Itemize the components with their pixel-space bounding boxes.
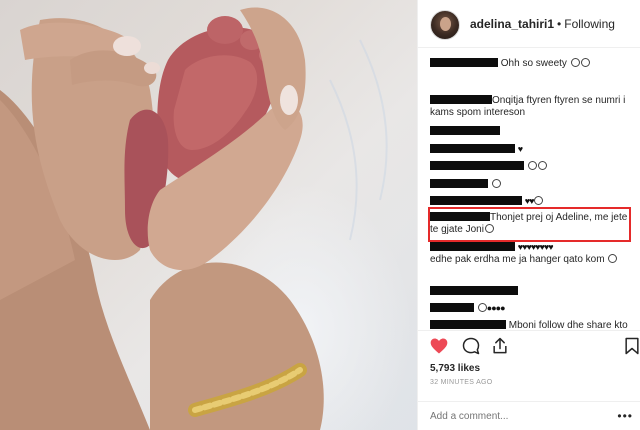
avatar[interactable]	[430, 10, 460, 40]
emoji-icon	[570, 58, 580, 67]
post-actions: 5,793 likes 32 MINUTES AGO •••	[418, 330, 640, 430]
redacted-comment	[430, 179, 488, 188]
emoji-icon	[580, 58, 590, 67]
heart-emoji-icon: ♥♥	[524, 196, 535, 206]
emoji-icon	[608, 254, 618, 263]
comment-item: Mboni follow dhe share kto faqe e shte h…	[430, 320, 635, 330]
comment-text: Ohh so sweety	[500, 58, 567, 69]
redacted-username	[430, 242, 515, 251]
emoji-icon	[527, 161, 537, 170]
redacted-comment	[430, 286, 518, 295]
highlight-box	[428, 207, 631, 242]
bookmark-icon[interactable]	[622, 336, 640, 356]
comment-item: ♥	[430, 143, 635, 156]
heart-emoji-icon: ♥	[517, 144, 523, 154]
header-text: adelina_tahiri1 • Following	[470, 17, 615, 31]
more-icon[interactable]: •••	[617, 409, 633, 423]
username-link[interactable]: adelina_tahiri1	[470, 17, 554, 31]
redacted-comment	[430, 303, 474, 312]
emoji-icon	[491, 179, 501, 188]
comment-item	[430, 179, 635, 191]
post-timestamp[interactable]: 32 MINUTES AGO	[430, 379, 493, 386]
emoji-icon	[537, 161, 547, 170]
heart-icon[interactable]	[429, 336, 449, 356]
post-side-panel: adelina_tahiri1 • Following Ohh so sweety …	[417, 0, 640, 430]
comment-item: Onqitja ftyren ftyren se numri i kams sp…	[430, 95, 635, 119]
following-button[interactable]: Following	[564, 17, 615, 31]
post-header: adelina_tahiri1 • Following	[418, 0, 640, 48]
redacted-username	[430, 320, 506, 329]
comment-item: ●●●●	[430, 302, 635, 315]
comment-item: Ohh so sweety	[430, 58, 635, 70]
comment-text: edhe pak erdha me ja hanger qato kom	[430, 254, 605, 265]
likes-count[interactable]: 5,793 likes	[430, 363, 480, 374]
photo-illustration	[0, 7, 388, 430]
add-comment-section: •••	[418, 401, 640, 430]
fingernail	[144, 62, 160, 74]
add-comment-input[interactable]	[430, 411, 610, 422]
comment-item	[430, 286, 635, 298]
redacted-comment	[430, 126, 500, 135]
redacted-comment	[430, 161, 524, 170]
separator-dot: •	[557, 17, 562, 31]
redacted-username	[430, 95, 492, 104]
heart-emoji-icon: ♥♥♥♥♥♥♥♥	[517, 242, 554, 252]
redacted-comment	[430, 196, 522, 205]
redacted-comment	[430, 144, 515, 153]
comment-item: ♥♥♥♥♥♥♥♥ edhe pak erdha me ja hanger qat…	[430, 241, 635, 266]
emoji-icon	[534, 196, 544, 205]
emoji-icon	[477, 303, 487, 312]
post-photo[interactable]	[0, 0, 417, 430]
comment-item	[430, 161, 635, 173]
redacted-username	[430, 58, 498, 67]
fingernail	[113, 36, 141, 56]
comment-icon[interactable]	[461, 336, 481, 356]
comment-item	[430, 126, 635, 138]
share-icon[interactable]	[490, 336, 510, 356]
fingernail	[280, 85, 298, 115]
comments-list: Ohh so sweety Onqitja ftyren ftyren se n…	[418, 48, 640, 330]
kiss-emoji-icon: ●●●●	[486, 303, 506, 313]
